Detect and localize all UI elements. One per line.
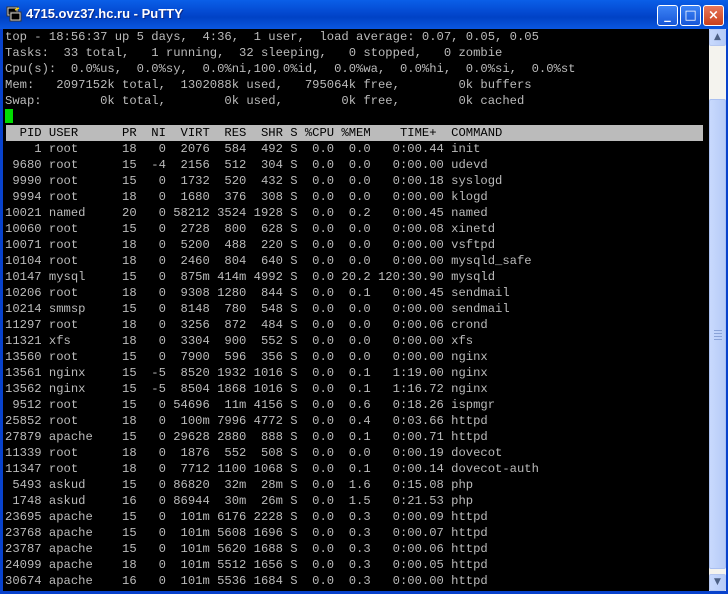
scrollbar-grip xyxy=(714,333,722,334)
process-row: 11321 xfs 18 0 3304 900 552 S 0.0 0.0 0:… xyxy=(5,334,474,348)
top-mem-line: Mem: 2097152k total, 1302088k used, 7950… xyxy=(5,78,532,92)
process-row: 13560 root 15 0 7900 596 356 S 0.0 0.0 0… xyxy=(5,350,488,364)
process-row: 10104 root 18 0 2460 804 640 S 0.0 0.0 0… xyxy=(5,254,532,268)
process-row: 13561 nginx 15 -5 8520 1932 1016 S 0.0 0… xyxy=(5,366,488,380)
putty-app-icon[interactable] xyxy=(6,6,22,22)
maximize-button[interactable]: □ xyxy=(680,5,701,26)
scrollbar-grip xyxy=(714,336,722,337)
process-row: 23768 apache 15 0 101m 5608 1696 S 0.0 0… xyxy=(5,526,488,540)
close-button[interactable]: × xyxy=(703,5,724,26)
process-table-header: PID USER PR NI VIRT RES SHR S %CPU %MEM … xyxy=(6,125,703,141)
process-row: 9512 root 15 0 54696 11m 4156 S 0.0 0.6 … xyxy=(5,398,496,412)
process-table-header-text: PID USER PR NI VIRT RES SHR S %CPU %MEM … xyxy=(5,126,503,140)
process-row: 11347 root 18 0 7712 1100 1068 S 0.0 0.1… xyxy=(5,462,539,476)
process-row: 10060 root 15 0 2728 800 628 S 0.0 0.0 0… xyxy=(5,222,496,236)
terminal-area[interactable]: top - 18:56:37 up 5 days, 4:36, 1 user, … xyxy=(3,29,709,591)
scroll-up-button[interactable]: ▲ xyxy=(709,29,726,46)
top-uptime-line: top - 18:56:37 up 5 days, 4:36, 1 user, … xyxy=(5,30,539,44)
process-row: 9990 root 15 0 1732 520 432 S 0.0 0.0 0:… xyxy=(5,174,503,188)
vertical-scrollbar[interactable]: ▲ ▼ xyxy=(709,29,726,591)
process-row: 9994 root 18 0 1680 376 308 S 0.0 0.0 0:… xyxy=(5,190,488,204)
process-row: 10206 root 18 0 9308 1280 844 S 0.0 0.1 … xyxy=(5,286,510,300)
scroll-down-button[interactable]: ▼ xyxy=(709,574,726,591)
process-row: 23787 apache 15 0 101m 5620 1688 S 0.0 0… xyxy=(5,542,488,556)
process-row: 9680 root 15 -4 2156 512 304 S 0.0 0.0 0… xyxy=(5,158,488,172)
process-row: 23695 apache 15 0 101m 6176 2228 S 0.0 0… xyxy=(5,510,488,524)
process-row: 24099 apache 18 0 101m 5512 1656 S 0.0 0… xyxy=(5,558,488,572)
process-row: 11339 root 18 0 1876 552 508 S 0.0 0.0 0… xyxy=(5,446,503,460)
window-title: 4715.ovz37.hc.ru - PuTTY xyxy=(26,6,183,21)
title-bar[interactable]: 4715.ovz37.hc.ru - PuTTY _ □ × xyxy=(0,0,728,29)
process-row: 11297 root 18 0 3256 872 484 S 0.0 0.0 0… xyxy=(5,318,488,332)
top-swap-line: Swap: 0k total, 0k used, 0k free, 0k cac… xyxy=(5,94,525,108)
process-row: 25852 root 18 0 100m 7996 4772 S 0.0 0.4… xyxy=(5,414,488,428)
terminal-cursor xyxy=(5,109,13,123)
process-row: 10021 named 20 0 58212 3524 1928 S 0.0 0… xyxy=(5,206,488,220)
process-row: 10214 smmsp 15 0 8148 780 548 S 0.0 0.0 … xyxy=(5,302,510,316)
process-row: 1748 askud 16 0 86944 30m 26m S 0.0 1.5 … xyxy=(5,494,474,508)
scrollbar-thumb[interactable] xyxy=(709,99,726,569)
process-row: 27879 apache 15 0 29628 2880 888 S 0.0 0… xyxy=(5,430,488,444)
process-row: 13562 nginx 15 -5 8504 1868 1016 S 0.0 0… xyxy=(5,382,488,396)
process-row: 30674 apache 16 0 101m 5536 1684 S 0.0 0… xyxy=(5,574,488,588)
process-row: 10071 root 18 0 5200 488 220 S 0.0 0.0 0… xyxy=(5,238,496,252)
top-cpu-line: Cpu(s): 0.0%us, 0.0%sy, 0.0%ni,100.0%id,… xyxy=(5,62,576,76)
process-row: 10147 mysql 15 0 875m 414m 4992 S 0.0 20… xyxy=(5,270,496,284)
scrollbar-grip xyxy=(714,330,722,331)
process-row: 5493 askud 15 0 86820 32m 28m S 0.0 1.6 … xyxy=(5,478,474,492)
top-tasks-line: Tasks: 33 total, 1 running, 32 sleeping,… xyxy=(5,46,503,60)
process-row: 1 root 18 0 2076 584 492 S 0.0 0.0 0:00.… xyxy=(5,142,481,156)
minimize-button[interactable]: _ xyxy=(657,5,678,26)
scrollbar-grip xyxy=(714,339,722,340)
